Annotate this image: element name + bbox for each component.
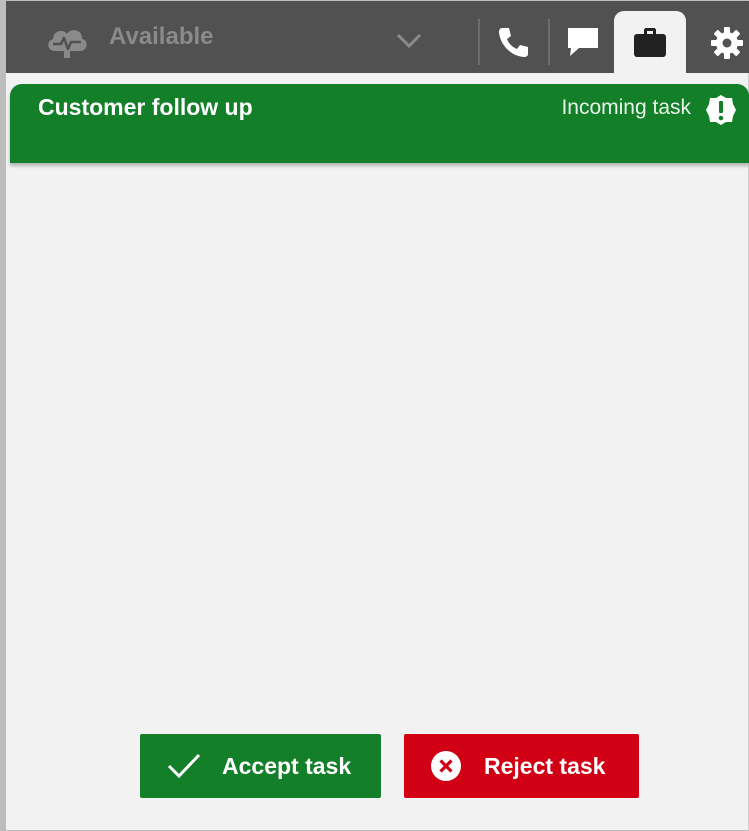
- phone-tab-button[interactable]: [481, 1, 546, 73]
- accept-task-label: Accept task: [222, 752, 352, 779]
- briefcase-icon: [634, 28, 666, 57]
- gear-icon: [711, 27, 743, 59]
- reject-task-label: Reject task: [484, 752, 606, 779]
- task-title: Customer follow up: [38, 94, 253, 120]
- chat-tab-button[interactable]: [549, 1, 614, 73]
- accept-task-button[interactable]: Accept task: [140, 734, 381, 798]
- checkmark-icon: [167, 753, 201, 779]
- task-status: Incoming task: [561, 96, 691, 119]
- contact-control-panel: Available Customer follow up Incoming ta…: [0, 0, 749, 831]
- chevron-down-icon: [396, 33, 422, 49]
- status-label: Available: [109, 23, 214, 50]
- task-header: Customer follow up Incoming task: [10, 84, 749, 163]
- divider: [478, 19, 480, 65]
- reject-task-button[interactable]: Reject task: [404, 734, 639, 798]
- settings-tab-button[interactable]: [694, 1, 749, 73]
- tasks-tab-button[interactable]: [614, 1, 690, 75]
- close-circle-icon: [431, 751, 461, 781]
- cloud-heartbeat-icon: [48, 30, 87, 58]
- alert-icon: [706, 95, 736, 125]
- agent-status-dropdown[interactable]: Available: [6, 1, 476, 73]
- top-bar: Available: [6, 1, 749, 75]
- phone-icon: [499, 28, 528, 57]
- chat-icon: [568, 28, 598, 56]
